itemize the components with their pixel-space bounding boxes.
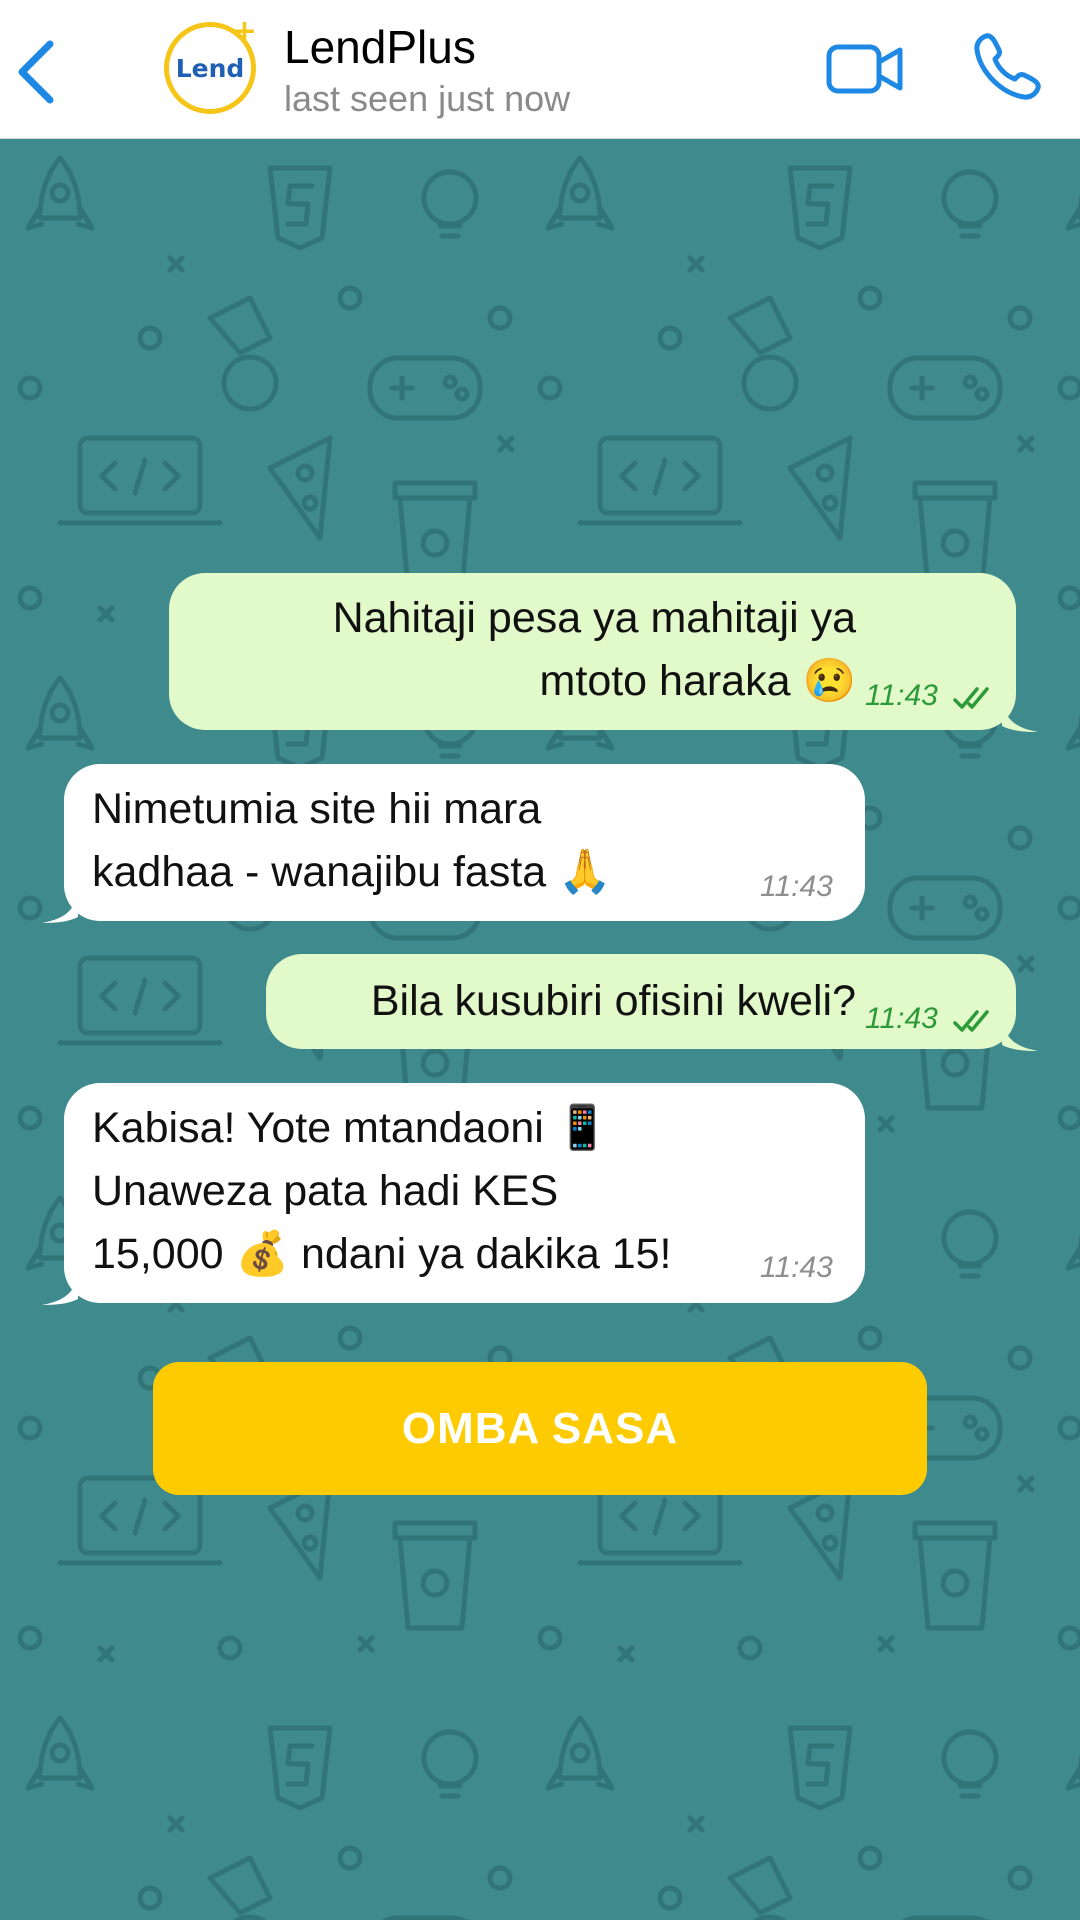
bubble-tail	[1002, 1021, 1038, 1051]
message-text-line: mtoto haraka 😢	[539, 657, 856, 705]
double-check-icon	[953, 1010, 989, 1032]
message-time: 11:43	[760, 1251, 833, 1284]
double-check-icon	[953, 687, 989, 709]
message-incoming[interactable]: Kabisa! Yote mtandaoni 📱 Unaweza pata ha…	[42, 1083, 865, 1305]
message-text-line: Nahitaji pesa ya mahitaji ya	[332, 594, 856, 642]
message-text-line: Kabisa! Yote mtandaoni 📱	[92, 1104, 610, 1152]
message-outgoing[interactable]: Bila kusubiri ofisini kweli? 11:43	[266, 954, 1038, 1051]
bubble-tail	[1002, 702, 1038, 732]
contact-name[interactable]: LendPlus	[284, 20, 476, 74]
video-call-button[interactable]	[826, 42, 904, 96]
avatar-plus-icon: +	[231, 14, 257, 49]
message-text-line: Bila kusubiri ofisini kweli?	[370, 977, 856, 1025]
message-text-line: Nimetumia site hii mara	[92, 785, 542, 833]
message-time: 11:43	[865, 1002, 938, 1035]
avatar[interactable]: Lend +	[164, 17, 257, 114]
message-text-line: Unaweza pata hadi KES	[92, 1167, 559, 1215]
bubble-tail	[42, 1275, 78, 1305]
message-text-line: 15,000 💰 ndani ya dakika 15!	[92, 1230, 672, 1278]
back-chevron-icon	[18, 40, 54, 104]
voice-call-button[interactable]	[972, 30, 1044, 102]
chat-header: Lend + LendPlus last seen just now	[0, 0, 1080, 139]
phone-icon	[974, 33, 1041, 100]
video-camera-icon	[826, 44, 903, 94]
omba-sasa-button[interactable]: OMBA SASA	[153, 1362, 927, 1495]
message-incoming[interactable]: Nimetumia site hii mara kadhaa - wanajib…	[42, 764, 865, 923]
avatar-logo-text: Lend	[175, 53, 245, 83]
bubble-tail	[42, 893, 78, 923]
back-button[interactable]	[12, 36, 62, 106]
message-outgoing[interactable]: Nahitaji pesa ya mahitaji ya mtoto harak…	[169, 573, 1038, 732]
message-text-line: kadhaa - wanajibu fasta 🙏	[92, 848, 612, 896]
message-time: 11:43	[865, 679, 938, 712]
message-time: 11:43	[760, 870, 833, 903]
contact-status: last seen just now	[284, 78, 571, 119]
